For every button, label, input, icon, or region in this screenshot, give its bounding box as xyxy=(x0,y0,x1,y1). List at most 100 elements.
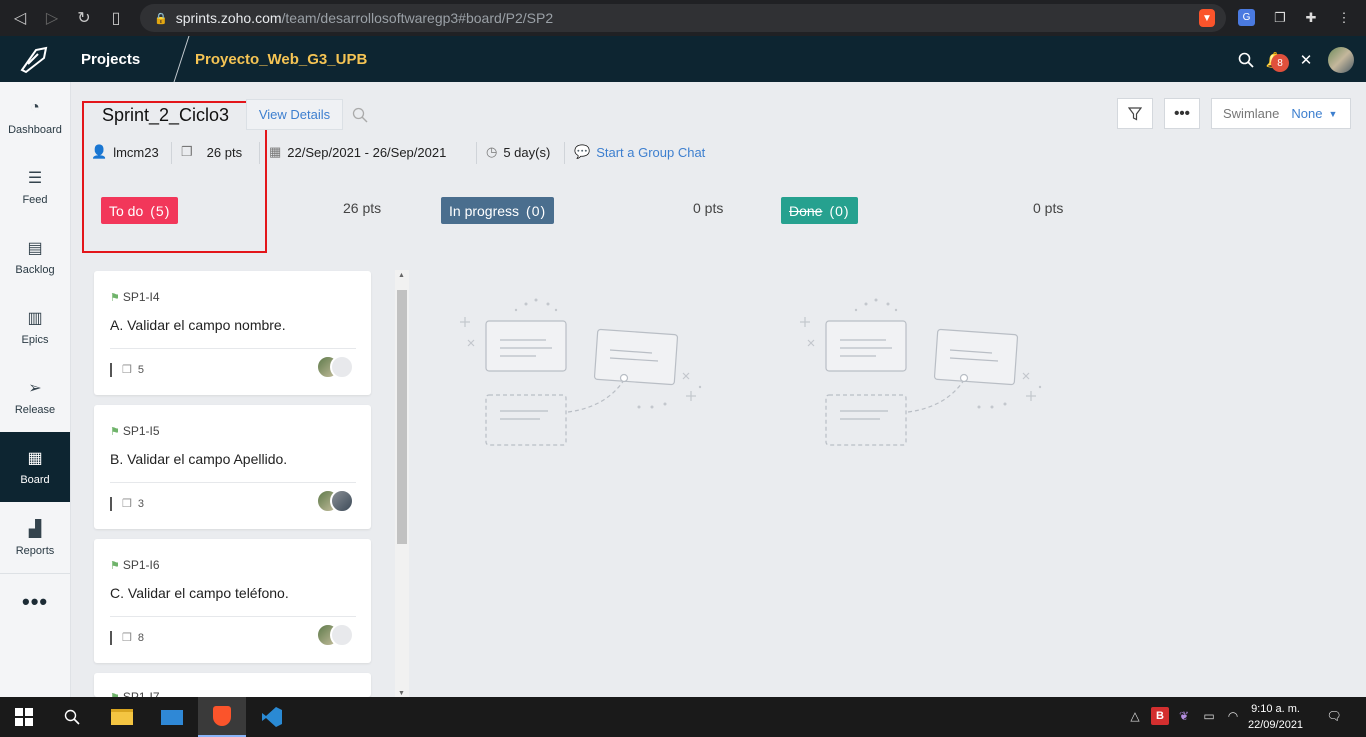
reload-icon[interactable]: ↻ xyxy=(72,6,96,30)
task-id-text: SP1-I4 xyxy=(122,290,160,304)
task-card[interactable]: ⚑ SP1-I5 B. Validar el campo Apellido. ❒ 3 xyxy=(94,405,371,529)
sidebar-item-dashboard[interactable]: ◔ Dashboard xyxy=(0,82,70,152)
task-title[interactable]: C. Validar el campo teléfono. xyxy=(110,585,289,601)
sidebar-item-board[interactable]: ▦ Board xyxy=(0,432,70,502)
sidebar-item-label: Feed xyxy=(22,194,48,206)
projects-link[interactable]: Projects xyxy=(81,51,140,68)
brave-browser-icon[interactable] xyxy=(198,697,246,737)
swimlane-label: Swimlane xyxy=(1223,106,1280,121)
scrollbar-thumb[interactable] xyxy=(397,290,407,544)
sidebar-item-epics[interactable]: ▥ Epics xyxy=(0,292,70,362)
os-taskbar: △ B ❦ ▭ ◠ 9:10 a. m. 22/09/2021 🗨 xyxy=(0,697,1366,737)
search-icon[interactable] xyxy=(1236,50,1256,70)
sidebar: ◔ Dashboard ☰ Feed ▤ Backlog ▥ Epics ➢ R… xyxy=(0,82,71,697)
task-id[interactable]: ⚑ SP1-I4 xyxy=(110,290,160,304)
task-card[interactable]: ⚑ SP1-I6 C. Validar el campo teléfono. ❒ 8 xyxy=(94,539,371,663)
filter-button[interactable] xyxy=(1117,98,1153,129)
address-bar[interactable]: 🔒 sprints.zoho.com/team/desarrollosoftwa… xyxy=(140,4,1226,32)
points-icon: ❒ xyxy=(122,498,132,510)
task-title[interactable]: A. Validar el campo nombre. xyxy=(110,317,286,333)
points-value: 5 xyxy=(137,364,144,376)
sidebar-item-release[interactable]: ➢ Release xyxy=(0,362,70,432)
sidebar-item-label: Board xyxy=(20,474,50,486)
zoho-sprints-logo[interactable] xyxy=(14,44,54,74)
column-header-done[interactable]: Done (0) xyxy=(781,197,858,224)
avatar[interactable] xyxy=(330,355,354,379)
column-header-in-progress[interactable]: In progress (0) xyxy=(441,197,555,224)
task-points: ❒ 8 xyxy=(122,631,144,644)
tools-icon[interactable]: ✕ xyxy=(1296,50,1316,70)
task-points: ❒ 3 xyxy=(122,497,144,510)
clock-icon: ◷ xyxy=(486,144,498,159)
sidebar-item-backlog[interactable]: ▤ Backlog xyxy=(0,222,70,292)
calendar-icon: ▦ xyxy=(269,144,282,159)
avatar[interactable] xyxy=(330,623,354,647)
task-card[interactable]: ⚑ SP1-I4 A. Validar el campo nombre. ❒ 5 xyxy=(94,271,371,395)
epic-icon: ▥ xyxy=(27,310,43,327)
owner-name: lmcm23 xyxy=(113,144,159,160)
menu-dots-icon[interactable]: ⋮ xyxy=(1333,7,1355,29)
date-range: 22/Sep/2021 - 26/Sep/2021 xyxy=(287,144,447,160)
filter-icon xyxy=(1128,106,1142,120)
more-menu-button[interactable]: ••• xyxy=(22,589,48,615)
task-id[interactable]: ⚑ SP1-I5 xyxy=(110,424,160,438)
more-options-button[interactable]: ••• xyxy=(1164,98,1200,129)
bar-chart-icon: ▟ xyxy=(28,521,42,538)
forward-icon[interactable]: ▷ xyxy=(40,6,64,30)
points-icon: ❒ xyxy=(122,364,132,376)
bookmark-icon[interactable]: ▯ xyxy=(104,6,128,30)
group-chat-link[interactable]: 💬 Start a Group Chat xyxy=(574,144,705,160)
divider xyxy=(564,142,565,164)
back-icon[interactable]: ◁ xyxy=(8,6,32,30)
swimlane-select[interactable]: Swimlane None ▼ xyxy=(1211,98,1351,129)
project-name[interactable]: Proyecto_Web_G3_UPB xyxy=(195,51,367,68)
windows-start-icon[interactable] xyxy=(0,697,48,737)
clock-date: 22/09/2021 xyxy=(1248,719,1304,731)
bitdefender-icon[interactable]: B xyxy=(1151,707,1169,725)
system-clock[interactable]: 9:10 a. m. 22/09/2021 xyxy=(1248,701,1303,733)
task-card[interactable]: ⚑SP1-I7 xyxy=(94,673,371,697)
drive-icon[interactable]: △ xyxy=(1126,707,1144,725)
task-id-text: SP1-I7 xyxy=(122,690,160,697)
column-scrollbar[interactable]: ▲ ▼ xyxy=(395,270,409,697)
scroll-up-icon[interactable]: ▲ xyxy=(398,272,405,279)
avatar[interactable] xyxy=(330,489,354,513)
scroll-down-icon[interactable]: ▼ xyxy=(398,690,405,697)
column-header-todo[interactable]: To do (5) xyxy=(101,197,179,224)
sidebar-item-label: Dashboard xyxy=(8,124,62,136)
column-count: (0) xyxy=(526,202,547,219)
divider xyxy=(110,482,356,483)
feather-icon[interactable]: ❦ xyxy=(1175,707,1193,725)
backlog-icon: ▤ xyxy=(27,240,43,257)
search-icon[interactable] xyxy=(48,697,96,737)
translate-icon[interactable]: G xyxy=(1238,9,1255,26)
battery-icon[interactable]: ▭ xyxy=(1200,707,1218,725)
brave-shield-icon[interactable]: ▼ xyxy=(1199,9,1215,27)
points-icon: ❒ xyxy=(181,144,193,159)
duration-value: 5 day(s) xyxy=(503,144,551,160)
divider xyxy=(160,36,190,82)
user-icon: 👤 xyxy=(91,144,108,159)
points-value: 26 pts xyxy=(206,144,243,160)
extension-icon[interactable]: ❐ xyxy=(1269,7,1291,29)
sidebar-item-label: Release xyxy=(14,404,56,416)
notification-center-icon[interactable]: 🗨 xyxy=(1324,707,1344,725)
wifi-icon[interactable]: ◠ xyxy=(1224,707,1242,725)
mail-icon[interactable] xyxy=(148,697,196,737)
view-details-button[interactable]: View Details xyxy=(246,99,343,130)
empty-column-illustration xyxy=(800,298,1042,446)
sidebar-item-reports[interactable]: ▟ Reports xyxy=(0,503,70,573)
user-avatar[interactable] xyxy=(1328,47,1354,73)
task-id-text: SP1-I6 xyxy=(122,558,160,572)
task-id[interactable]: ⚑SP1-I7 xyxy=(110,690,160,697)
task-id-text: SP1-I5 xyxy=(122,424,160,438)
search-icon[interactable] xyxy=(352,107,370,125)
task-id[interactable]: ⚑ SP1-I6 xyxy=(110,558,160,572)
puzzle-icon[interactable]: ✚ xyxy=(1300,7,1322,29)
task-title[interactable]: B. Validar el campo Apellido. xyxy=(110,451,287,467)
url-path: /team/desarrollosoftwaregp3#board/P2/SP2 xyxy=(281,10,554,26)
file-explorer-icon[interactable] xyxy=(98,697,146,737)
vscode-icon[interactable] xyxy=(248,697,296,737)
sidebar-item-feed[interactable]: ☰ Feed xyxy=(0,152,70,222)
divider xyxy=(0,573,70,574)
